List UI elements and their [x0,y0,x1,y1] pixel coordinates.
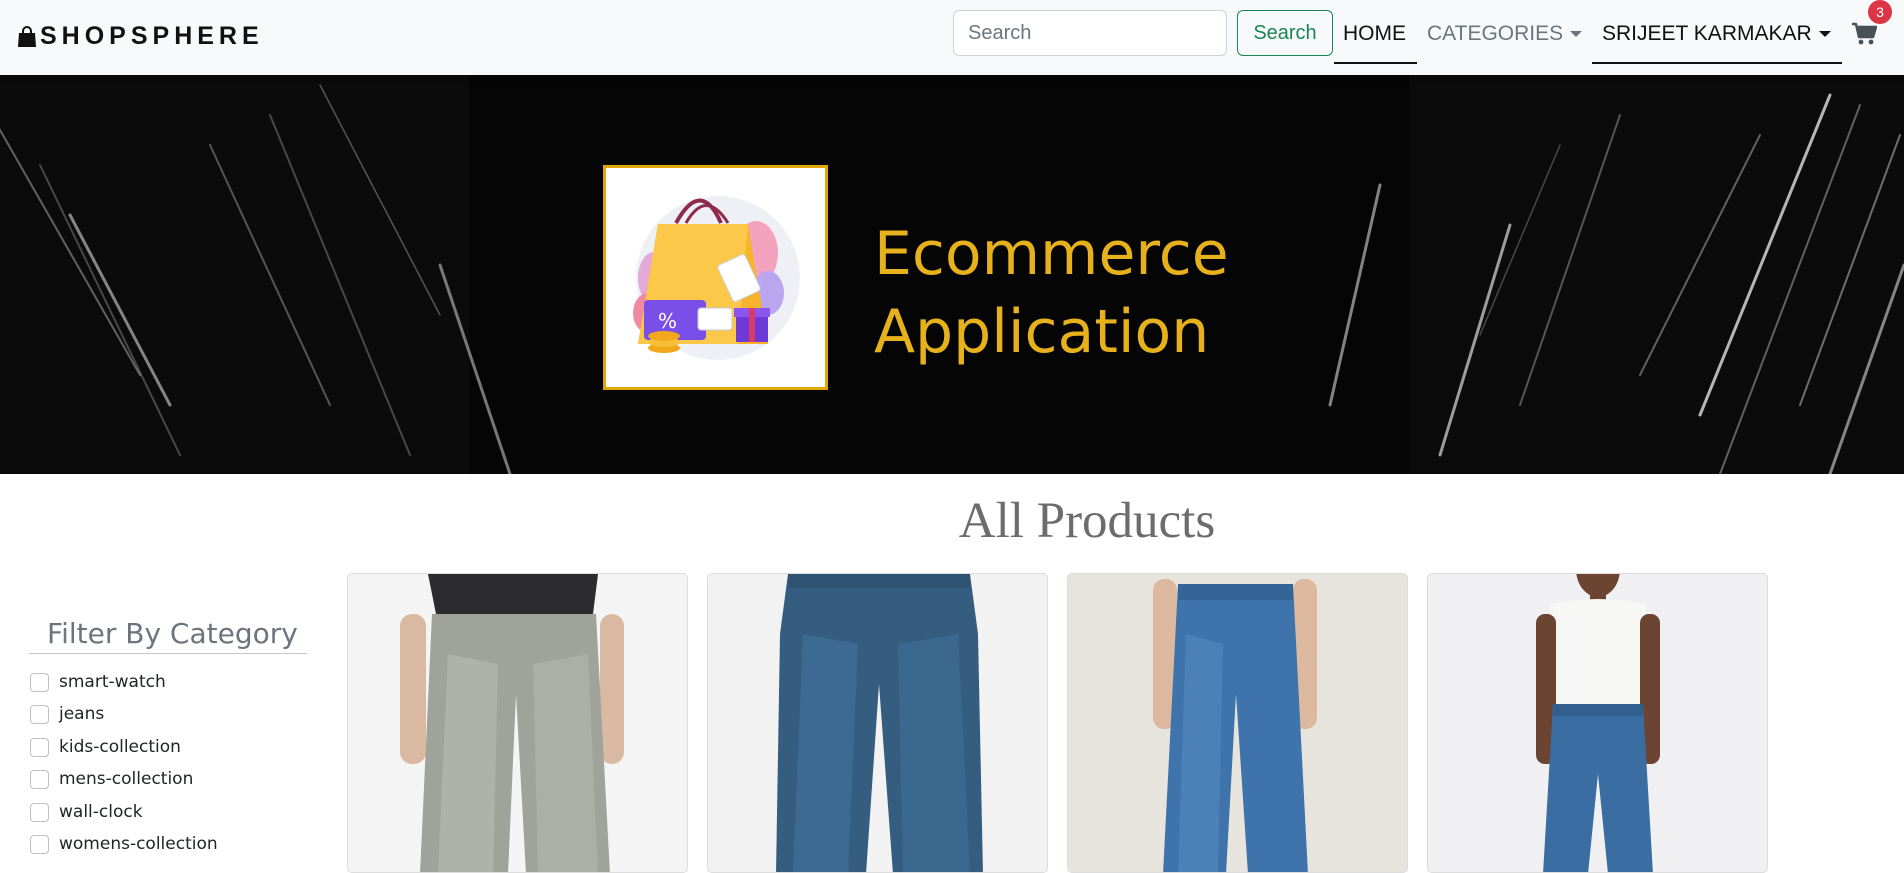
product-card[interactable] [1427,573,1768,873]
banner-line-2: Application [874,297,1210,367]
nav-categories-dropdown[interactable]: CATEGORIES [1427,22,1583,46]
filter-item-womens-collection[interactable]: womens-collection [30,834,218,854]
checkbox[interactable] [30,834,49,854]
filter-item-jeans[interactable]: jeans [30,704,104,724]
filter-label: jeans [59,704,105,724]
product-image [348,574,687,872]
brand-name: SHOPSPHERE [40,22,264,50]
checkbox[interactable] [30,802,49,822]
filter-label: smart-watch [59,672,166,692]
shopping-bag-illustration-icon: % [633,196,800,360]
nav-categories-label: CATEGORIES [1427,22,1564,45]
nav-user-dropdown[interactable]: SRIJEET KARMAKAR [1602,22,1831,46]
product-card[interactable] [707,573,1048,873]
caret-down-icon [1570,31,1583,37]
filter-label: womens-collection [59,834,218,854]
banner-shopping-illustration: % [603,165,828,390]
filter-divider [29,653,307,654]
navbar: SHOPSPHERE Search HOME CATEGORIES SRIJEE… [0,0,1904,75]
product-image [1428,574,1767,872]
banner-title: Ecommerce Application [874,215,1229,371]
caret-down-icon [1818,31,1831,37]
product-card[interactable] [1067,573,1408,873]
checkbox[interactable] [30,769,49,789]
nav-user-underline [1592,62,1842,64]
product-card[interactable] [347,573,688,873]
filter-title: Filter By Category [47,617,298,650]
filter-item-wall-clock[interactable]: wall-clock [30,802,143,822]
checkbox[interactable] [30,672,49,692]
checkbox[interactable] [30,704,49,724]
svg-text:%: % [658,309,677,333]
page-title: All Products [958,493,1216,549]
search-button[interactable]: Search [1237,10,1333,56]
product-image [708,574,1047,872]
brand-logo[interactable]: SHOPSPHERE [17,22,264,51]
banner-line-1: Ecommerce [874,219,1229,289]
nav-home-underline [1334,62,1417,64]
filter-label: mens-collection [59,769,194,789]
cart-icon[interactable] [1851,22,1877,46]
shopping-bag-icon [18,25,36,47]
cart-count-badge: 3 [1868,0,1892,24]
filter-label: kids-collection [59,737,181,757]
filter-item-mens-collection[interactable]: mens-collection [30,769,193,789]
search-input[interactable] [953,10,1227,56]
product-image [1068,574,1407,872]
nav-user-label: SRIJEET KARMAKAR [1602,22,1812,45]
hero-banner: % Ecommerce Application [0,75,1904,474]
checkbox[interactable] [30,737,49,757]
filter-item-kids-collection[interactable]: kids-collection [30,737,181,757]
nav-home-link[interactable]: HOME [1343,22,1406,46]
filter-label: wall-clock [59,802,143,822]
nav-home-label: HOME [1343,22,1406,45]
filter-item-smart-watch[interactable]: smart-watch [30,672,166,692]
